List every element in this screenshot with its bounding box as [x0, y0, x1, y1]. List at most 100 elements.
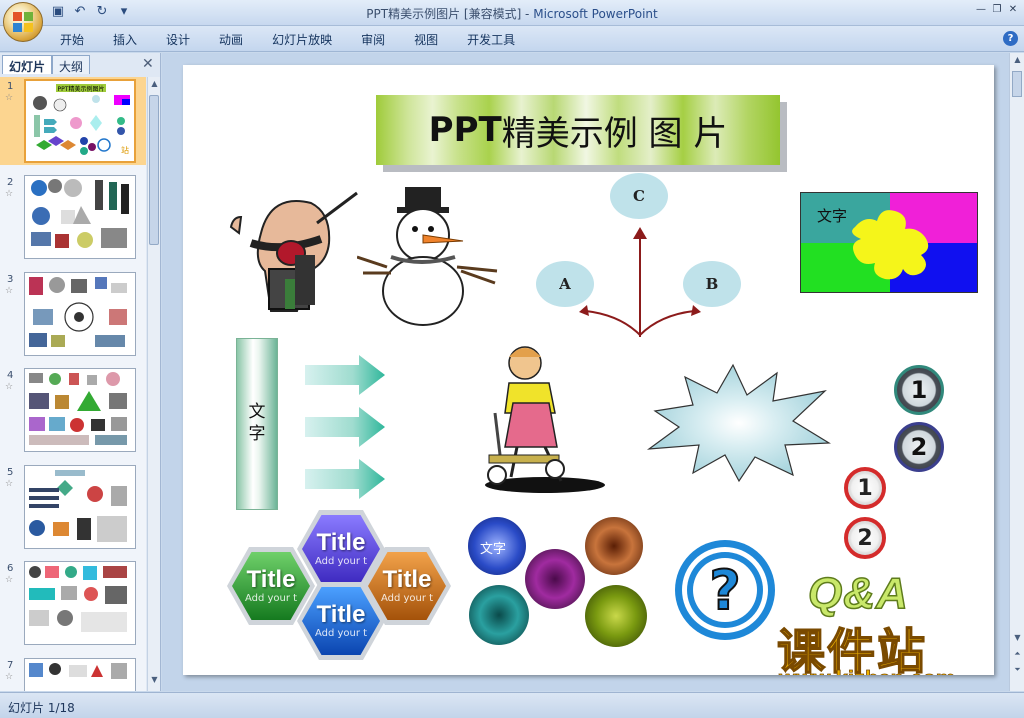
orb-purple[interactable] — [525, 549, 585, 609]
slide-thumbnail[interactable]: 6 ☆ — [0, 559, 146, 647]
node-b[interactable]: B — [683, 261, 741, 307]
slide-number: 5 — [7, 467, 14, 478]
help-icon[interactable]: ? — [1003, 31, 1018, 46]
slide-thumbnail[interactable]: 4 ☆ — [0, 366, 146, 454]
tab-animations[interactable]: 动画 — [219, 31, 256, 48]
orb-teal[interactable] — [469, 585, 529, 645]
slide-thumbnail[interactable]: 3 ☆ — [0, 270, 146, 358]
number-badge: 2 — [894, 422, 944, 472]
animation-star-icon: ☆ — [5, 189, 14, 199]
slide-number: 3 — [7, 274, 14, 285]
slide-number: 4 — [7, 370, 14, 381]
slide-thumbnail[interactable]: 5 ☆ — [0, 463, 146, 551]
scroll-up-icon[interactable]: ▲ — [148, 79, 161, 93]
thumbnail-preview: PPT精美示例图片 站 — [24, 79, 136, 163]
slide-thumbnail[interactable]: 2 ☆ — [0, 173, 146, 261]
singer-clipart — [229, 191, 358, 312]
scroll-thumb[interactable] — [1012, 71, 1022, 97]
tab-developer[interactable]: 开发工具 — [467, 31, 528, 48]
orb-brown[interactable] — [585, 517, 643, 575]
arrow-icon — [305, 355, 385, 395]
hexagon-title: Title — [316, 529, 366, 556]
minimize-icon[interactable]: — — [974, 3, 988, 17]
puzzle-label: 文字 — [817, 207, 848, 225]
tab-home[interactable]: 开始 — [60, 31, 97, 48]
orb-olive[interactable] — [585, 585, 647, 647]
slide-number: 2 — [7, 177, 14, 188]
tab-slides[interactable]: 幻灯片 — [2, 55, 53, 74]
svg-text:?: ? — [709, 559, 740, 622]
scroll-down-icon[interactable]: ▼ — [148, 675, 161, 689]
tab-design[interactable]: 设计 — [166, 31, 203, 48]
hexagon-subtitle: Add your t — [314, 556, 368, 567]
hexagon-subtitle: Add your t — [380, 593, 434, 604]
close-icon[interactable]: ✕ — [1006, 3, 1020, 17]
hexagon-subtitle: Add your t — [244, 593, 298, 604]
watermark-url: www.kjzhan.com — [779, 666, 956, 675]
next-slide-icon[interactable]: ⏷ — [1010, 665, 1024, 675]
slide-title[interactable]: PPT 精美示例 图 片 — [376, 95, 780, 165]
hexagon-title: Title — [246, 566, 296, 593]
scroll-up-icon[interactable]: ▲ — [1010, 55, 1024, 64]
slide-number: 6 — [7, 563, 14, 574]
slide-thumbnail[interactable]: 7 ☆ — [0, 656, 146, 691]
vertical-text-bar[interactable]: 文字 — [236, 338, 278, 510]
animation-star-icon: ☆ — [5, 286, 14, 296]
arrow-icon — [305, 459, 385, 499]
hexagon-subtitle: Add your t — [314, 628, 368, 639]
girl-scooter-clipart — [485, 346, 605, 493]
animation-star-icon: ☆ — [5, 382, 14, 392]
scroll-thumb[interactable] — [149, 95, 159, 245]
snowman-clipart — [357, 187, 498, 326]
svg-text:站: 站 — [121, 145, 129, 155]
orb-label: 文字 — [480, 542, 507, 557]
animation-star-icon: ☆ — [5, 672, 14, 682]
restore-icon[interactable]: ❐ — [990, 3, 1004, 17]
slide-number: 1 — [7, 81, 14, 92]
tab-slideshow[interactable]: 幻灯片放映 — [272, 31, 345, 48]
previous-slide-icon[interactable]: ⏶ — [1010, 649, 1024, 659]
tab-insert[interactable]: 插入 — [113, 31, 150, 48]
animation-star-icon: ☆ — [5, 575, 14, 585]
slide-thumbnail[interactable]: 1 ☆ PPT精美示例图片 站 — [0, 77, 146, 165]
hexagon-title: Title — [316, 601, 366, 628]
node-a[interactable]: A — [536, 261, 594, 307]
close-pane-icon[interactable]: ✕ — [142, 56, 154, 72]
animation-star-icon: ☆ — [5, 479, 14, 489]
question-mark-icon[interactable]: ? — [670, 535, 780, 645]
thumbnail-preview — [24, 175, 136, 259]
title-bar: ▣ ↶ ↻ ▾ PPT精美示例图片 [兼容模式] - Microsoft Pow… — [0, 0, 1024, 42]
tab-view[interactable]: 视图 — [414, 31, 451, 48]
slides-pane: 幻灯片 大纲 ✕ 1 ☆ PPT精美示例图片 站 2 ☆ 3 ☆ 4 ☆ 5 ☆… — [0, 53, 161, 691]
tab-review[interactable]: 审阅 — [361, 31, 398, 48]
puzzle-graphic[interactable]: 文字 — [800, 192, 978, 293]
pane-tabs: 幻灯片 大纲 — [2, 55, 91, 75]
window-controls: — ❐ ✕ — [974, 3, 1020, 17]
arrow-stack — [305, 355, 385, 499]
slide-scrollbar[interactable]: ▲ ▼ ⏶ ⏷ — [1009, 53, 1024, 691]
node-c[interactable]: C — [610, 173, 668, 219]
thumbnail-preview — [24, 272, 136, 356]
ribbon-tabs: 开始 插入 设计 动画 幻灯片放映 审阅 视图 开发工具 — [60, 31, 544, 48]
number-badge: 1 — [894, 365, 944, 415]
starburst-shape[interactable] — [645, 363, 835, 483]
status-bar: 幻灯片 1/18 — [0, 692, 1024, 718]
number-badge: 2 — [844, 517, 886, 559]
title-ppt: PPT — [428, 110, 502, 150]
thumbnail-scrollbar[interactable]: ▲ ▼ — [147, 77, 160, 691]
thumbnail-preview — [24, 658, 136, 691]
hexagon-title: Title — [382, 566, 432, 593]
office-logo-icon — [13, 12, 33, 32]
ribbon: 开始 插入 设计 动画 幻灯片放映 审阅 视图 开发工具 ? — [0, 26, 1024, 52]
thumbnail-preview — [24, 561, 136, 645]
slide-number: 7 — [7, 660, 14, 671]
arrow-icon — [305, 407, 385, 447]
slide-indicator: 幻灯片 1/18 — [8, 701, 75, 715]
office-button[interactable] — [3, 2, 43, 42]
current-slide[interactable]: PPT 精美示例 图 片 C A B 文字 文字 1 2 1 2 Title A… — [183, 65, 994, 675]
scroll-down-icon[interactable]: ▼ — [1010, 633, 1024, 642]
tab-outline[interactable]: 大纲 — [52, 55, 91, 74]
window-title: PPT精美示例图片 [兼容模式] - Microsoft PowerPoint — [366, 7, 658, 21]
thumbnail-preview — [24, 465, 136, 549]
animation-star-icon: ☆ — [5, 93, 14, 103]
